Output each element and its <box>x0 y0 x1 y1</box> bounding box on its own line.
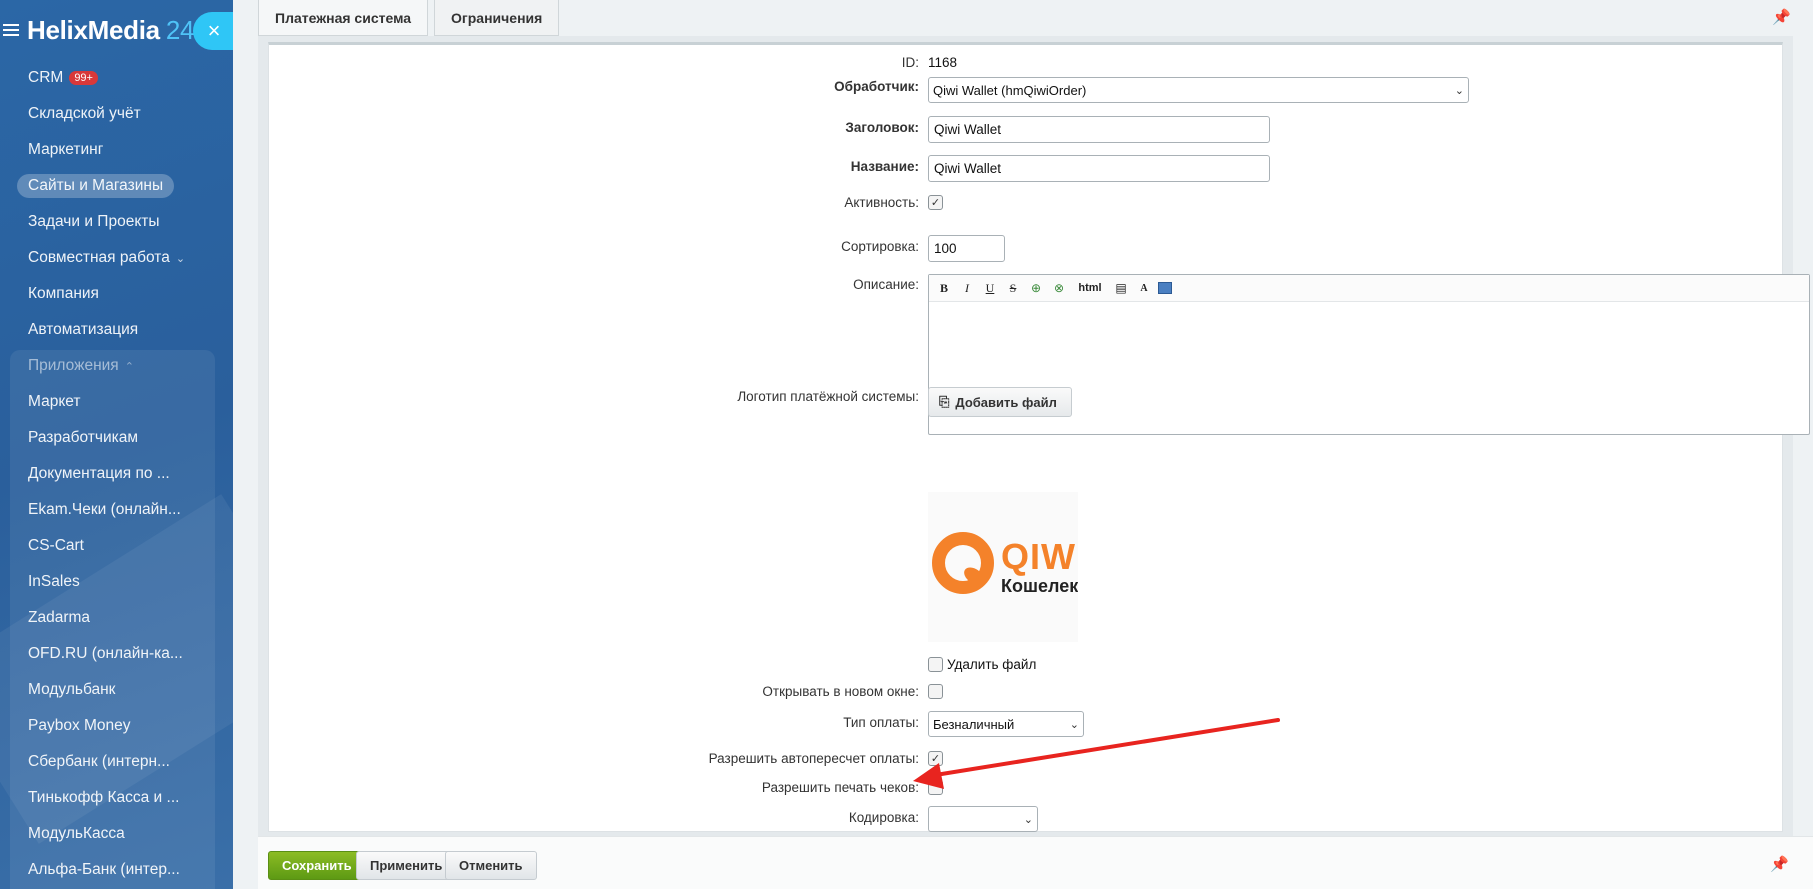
sidebar-item-label: МодульКасса <box>28 825 125 842</box>
sidebar-item[interactable]: InSales <box>0 564 233 600</box>
chevron-icon: ⌄ <box>175 252 186 265</box>
sidebar-item[interactable]: Компания <box>0 276 233 312</box>
sidebar-item[interactable]: Совместная работа ⌄ <box>0 240 233 276</box>
sidebar-item-label: Совместная работа <box>28 249 170 266</box>
sidebar-item-label: Paybox Money <box>28 717 131 734</box>
sidebar-item-label: Автоматизация <box>28 321 139 338</box>
sidebar-item-label: OFD.RU (онлайн-ка... <box>28 645 183 662</box>
sidebar-item[interactable]: OFD.RU (онлайн-ка... <box>0 636 233 672</box>
main-panel: Платежная система Ограничения 📌 ID: 1168… <box>233 0 1813 889</box>
sidebar-item[interactable]: Модульбанк <box>0 672 233 708</box>
sidebar-item-label: CS-Cart <box>28 537 84 554</box>
left-sidebar: HelixMedia 24 × CRM 99+ Складской учёт Марке… <box>0 0 233 889</box>
footer-bar: Сохранить Применить Отменить 📌 <box>258 836 1813 889</box>
pin-icon[interactable]: 📌 <box>1770 855 1789 873</box>
chevron-icon: ⌃ <box>124 360 134 373</box>
save-button[interactable]: Сохранить <box>268 851 366 880</box>
cancel-button[interactable]: Отменить <box>445 851 537 880</box>
sidebar-item[interactable]: Документация по ... <box>0 456 233 492</box>
sidebar-item[interactable]: МодульКасса <box>0 816 233 852</box>
sidebar-item-label: Маркет <box>28 393 81 410</box>
sidebar-item[interactable]: Сбербанк (интерн... <box>0 744 233 780</box>
menu-burger-icon[interactable] <box>3 24 19 36</box>
sidebar-item-label: Ekam.Чеки (онлайн... <box>28 501 181 518</box>
apply-button[interactable]: Применить <box>356 851 457 880</box>
close-icon[interactable]: × <box>193 12 233 50</box>
sidebar-item[interactable]: CRM 99+ <box>0 60 233 96</box>
sidebar-item[interactable]: Складской учёт <box>0 96 233 132</box>
sidebar-item-label: Маркетинг <box>28 141 104 158</box>
sidebar-item-label: Альфа-Банк (интер... <box>28 861 180 878</box>
logo-row: HelixMedia 24 <box>0 10 194 50</box>
sidebar-item[interactable]: Альфа-Банк (интер... <box>0 852 233 888</box>
sidebar-item-label: Приложения <box>28 357 119 374</box>
sidebar-item-label: InSales <box>28 573 80 590</box>
sidebar-item-label: Сбербанк (интерн... <box>28 753 170 770</box>
sidebar-item[interactable]: Ekam.Чеки (онлайн... <box>0 492 233 528</box>
sidebar-item-label: Компания <box>28 285 99 302</box>
sidebar-item[interactable]: Paybox Money <box>0 708 233 744</box>
sidebar-item-label: Zadarma <box>28 609 91 626</box>
sidebar-item[interactable]: Маркет <box>0 384 233 420</box>
sidebar-item[interactable]: Автоматизация <box>0 312 233 348</box>
sidebar-item-label: Модульбанк <box>28 681 116 698</box>
sidebar-item[interactable]: Приложения ⌃ <box>0 348 233 384</box>
sidebar-item[interactable]: Тинькофф Касса и ... <box>0 780 233 816</box>
sidebar-item[interactable]: Zadarma <box>0 600 233 636</box>
sidebar-item-label: Складской учёт <box>28 105 141 122</box>
red-arrow-annotation <box>913 718 1280 789</box>
sidebar-item-label: Документация по ... <box>28 465 170 482</box>
sidebar-item-label: Тинькофф Касса и ... <box>28 789 180 806</box>
sidebar-item-label: Сайты и Магазины <box>17 174 175 198</box>
logo[interactable]: HelixMedia 24 <box>27 15 194 46</box>
crm-badge: 99+ <box>69 71 98 85</box>
sidebar-item[interactable]: Разработчикам <box>0 420 233 456</box>
sidebar-item-label: Задачи и Проекты <box>28 213 160 230</box>
sidebar-menu: CRM 99+ Складской учёт Маркетинг Сайты и Маг… <box>0 60 233 888</box>
sidebar-item-label: Разработчикам <box>28 429 139 446</box>
sidebar-item[interactable]: Задачи и Проекты <box>0 204 233 240</box>
sidebar-item[interactable]: Сайты и Магазины <box>0 168 233 204</box>
sidebar-item-label: CRM <box>28 69 64 86</box>
sidebar-item[interactable]: CS-Cart <box>0 528 233 564</box>
sidebar-item[interactable]: Маркетинг <box>0 132 233 168</box>
